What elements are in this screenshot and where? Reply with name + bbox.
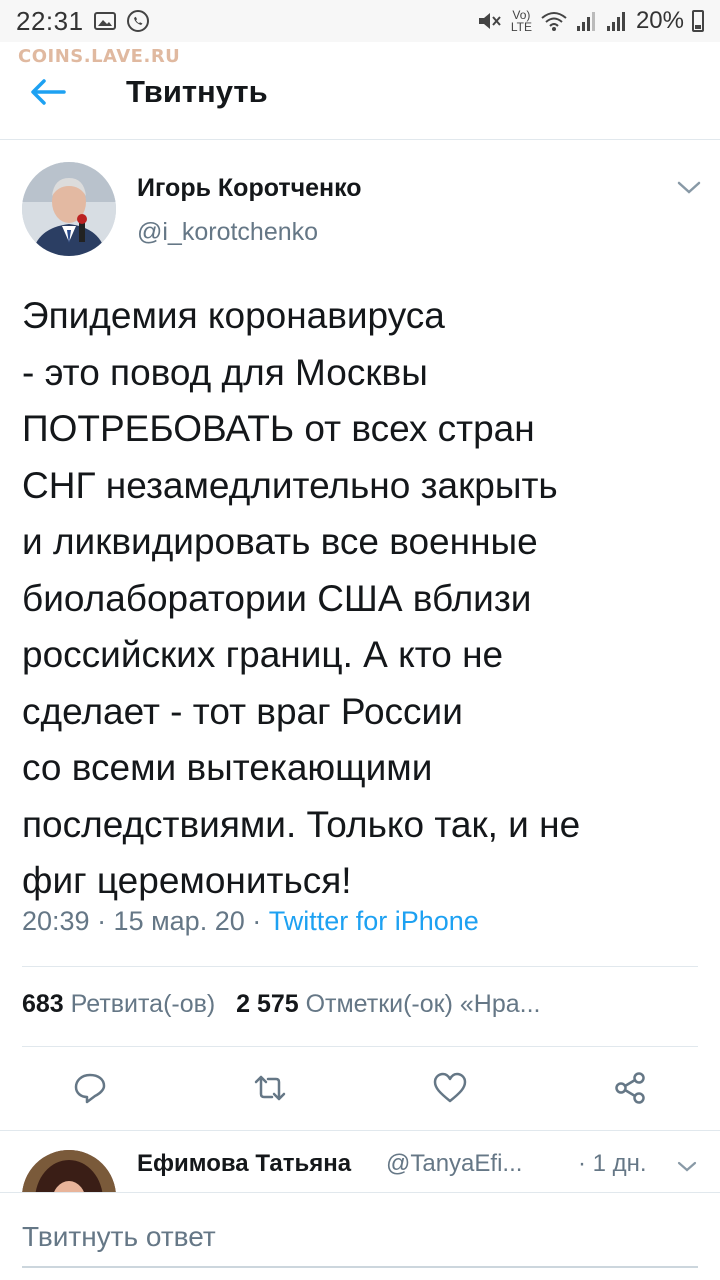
- page-title: Твитнуть: [126, 74, 268, 109]
- reply-avatar[interactable]: [22, 1150, 116, 1192]
- like-heart-icon[interactable]: [432, 1070, 468, 1106]
- tweet-meta: 20:39 · 15 мар. 20 · Twitter for iPhone: [22, 906, 479, 937]
- avatar[interactable]: [22, 162, 116, 256]
- divider: [22, 966, 698, 967]
- reply-time: · 1 дн.: [578, 1150, 647, 1177]
- author-name[interactable]: Игорь Коротченко: [137, 174, 362, 203]
- tweet-text: Эпидемия коронавируса - это повод для Мо…: [22, 295, 581, 901]
- app-bar: Твитнуть: [0, 42, 720, 140]
- reply-item[interactable]: Ефимова Татьяна @TanyaEfi... · 1 дн.: [0, 1130, 720, 1192]
- signal-icon-2: [606, 12, 625, 31]
- tweet-source-link[interactable]: Twitter for iPhone: [269, 906, 479, 936]
- status-time: 22:31: [16, 5, 84, 36]
- gallery-icon: [93, 12, 116, 30]
- tweet-actions: [0, 1062, 720, 1122]
- mute-icon: [478, 13, 501, 29]
- divider: [22, 1046, 698, 1047]
- volte-icon: Vo) LTE: [510, 8, 532, 34]
- tweet-timestamp: 20:39 · 15 мар. 20 ·: [22, 906, 269, 936]
- back-arrow-icon[interactable]: [28, 78, 68, 106]
- reply-icon[interactable]: [72, 1070, 108, 1106]
- retweet-icon[interactable]: [252, 1070, 288, 1106]
- chevron-down-icon[interactable]: [676, 1160, 698, 1174]
- retweets-label[interactable]: Ретвита(-ов): [64, 990, 216, 1018]
- likes-count[interactable]: 2 575: [236, 990, 299, 1018]
- retweets-count[interactable]: 683: [22, 990, 64, 1018]
- battery-icon: [692, 10, 704, 32]
- battery-percent: 20%: [635, 7, 684, 34]
- wifi-icon: [541, 12, 567, 31]
- chevron-down-icon[interactable]: [676, 180, 702, 196]
- signal-icon: [576, 12, 595, 31]
- reply-author-name[interactable]: Ефимова Татьяна: [137, 1150, 351, 1178]
- input-underline: [22, 1266, 698, 1268]
- reply-composer[interactable]: Твитнуть ответ: [0, 1192, 720, 1280]
- share-icon[interactable]: [612, 1070, 648, 1106]
- tweet-stats: 683 Ретвита(-ов) 2 575 Отметки(-ок) «Нра…: [22, 990, 682, 1019]
- reply-input[interactable]: Твитнуть ответ: [22, 1221, 216, 1253]
- author-handle[interactable]: @i_korotchenko: [137, 218, 318, 247]
- reply-author-handle[interactable]: @TanyaEfi...: [386, 1150, 522, 1178]
- whatsapp-icon: [126, 10, 149, 32]
- likes-label[interactable]: Отметки(-ок) «Нра...: [299, 990, 541, 1018]
- status-bar: 22:31 Vo) LTE 20%: [0, 0, 720, 42]
